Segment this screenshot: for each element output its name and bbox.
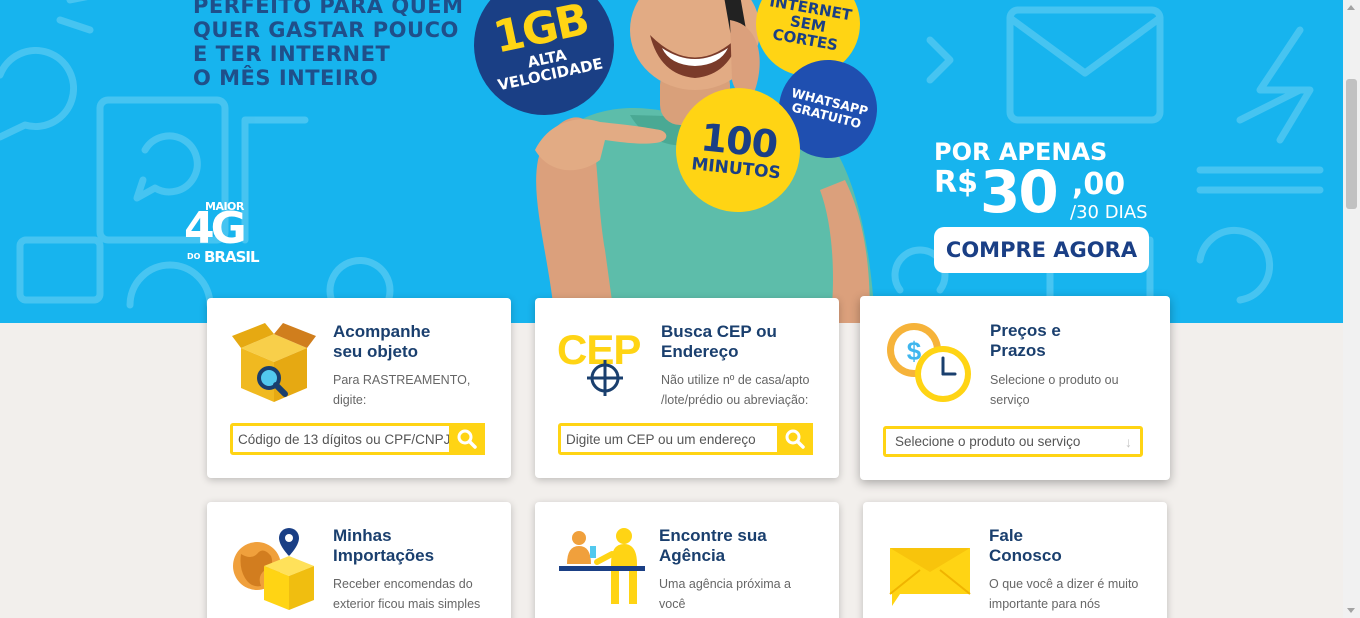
tracking-code-input[interactable] <box>233 426 449 452</box>
card-desc-line: exterior ficou mais simples <box>333 597 481 611</box>
card-title: Acompanhe seu objeto <box>333 322 503 362</box>
tracking-search-button[interactable] <box>449 423 485 455</box>
price-value: 30 <box>980 158 1059 226</box>
card-description: Selecione o produto ou serviço <box>990 370 1155 410</box>
card-title: Busca CEP ou Endereço <box>661 322 831 362</box>
card-track-object: Acompanhe seu objeto Para RASTREAMENTO, … <box>207 298 511 478</box>
card-desc-line: /lote/prédio ou abreviação: <box>661 393 809 407</box>
card-desc-line: Para RASTREAMENTO, <box>333 373 471 387</box>
card-imports[interactable]: Minhas Importações Receber encomendas do… <box>207 502 511 618</box>
card-desc-line: Uma agência próxima a <box>659 577 792 591</box>
scroll-down-arrow-icon[interactable] <box>1347 608 1355 613</box>
arrow-down-icon: ↓ <box>1125 433 1132 450</box>
speech-bubble-icon <box>889 548 971 606</box>
card-title-line: Encontre sua <box>659 526 767 545</box>
card-desc-line: importante para nós <box>989 597 1101 611</box>
cep-target-icon: CEP <box>557 320 647 410</box>
card-desc-line: Selecione o produto ou <box>990 373 1119 387</box>
card-desc-line: Receber encomendas do <box>333 577 473 591</box>
card-desc-line: O que você a dizer é muito <box>989 577 1139 591</box>
badge-text: CORTES <box>771 25 840 55</box>
card-title-line: Minhas <box>333 526 392 545</box>
card-title-line: Importações <box>333 546 435 565</box>
money-clock-icon: $ <box>887 323 971 402</box>
card-title: Fale Conosco <box>989 526 1159 566</box>
card-description: O que você a dizer é muito importante pa… <box>989 574 1154 614</box>
search-icon <box>457 429 477 449</box>
agency-counter-icon <box>559 528 645 604</box>
cep-input[interactable] <box>561 426 777 452</box>
headline-line: QUER GASTAR POUCO <box>193 18 459 42</box>
globe-package-icon <box>233 528 314 610</box>
card-title-line: Conosco <box>989 546 1062 565</box>
product-service-select[interactable]: Selecione o produto ou serviço ↓ <box>883 426 1143 457</box>
select-value: Selecione o produto ou serviço <box>895 434 1081 449</box>
card-title: Encontre sua Agência <box>659 526 829 566</box>
scroll-up-arrow-icon[interactable] <box>1347 5 1355 10</box>
cep-search-box <box>558 423 813 455</box>
promo-banner[interactable]: PERFEITO PARA QUEM QUER GASTAR POUCO E T… <box>0 0 1343 323</box>
package-search-icon <box>232 323 316 402</box>
card-description: Uma agência próxima a você <box>659 574 824 614</box>
card-title: Minhas Importações <box>333 526 503 566</box>
crosshair-icon <box>587 360 623 396</box>
search-icon <box>785 429 805 449</box>
tracking-search-box <box>230 423 485 455</box>
card-title-line: seu objeto <box>333 342 419 361</box>
logo-4g: 4G <box>184 203 247 254</box>
card-cep-search: CEP Busca CEP ou Endereço Não utilize nº… <box>535 298 839 478</box>
card-description: Para RASTREAMENTO, digite: <box>333 370 498 410</box>
card-description: Receber encomendas do exterior ficou mai… <box>333 574 498 614</box>
card-title-line: Busca CEP ou <box>661 322 777 341</box>
price-currency: R$ <box>934 165 978 200</box>
card-title-line: Fale <box>989 526 1024 545</box>
headline-line: PERFEITO PARA QUEM <box>193 0 464 18</box>
compre-agora-button[interactable]: COMPRE AGORA <box>934 227 1149 273</box>
card-desc-line: serviço <box>990 393 1030 407</box>
card-description: Não utilize nº de casa/apto /lote/prédio… <box>661 370 826 410</box>
price-period: /30 DIAS <box>1070 202 1148 223</box>
price-cents: ,00 <box>1072 167 1126 202</box>
headline-line: E TER INTERNET <box>193 42 391 66</box>
card-prices-deadlines: $ Preços e Prazos Selecione o produto ou… <box>860 296 1170 480</box>
card-desc-line: você <box>659 597 686 611</box>
card-title: Preços e Prazos <box>990 321 1160 361</box>
page: PERFEITO PARA QUEM QUER GASTAR POUCO E T… <box>0 0 1360 618</box>
card-desc-line: digite: <box>333 393 367 407</box>
card-desc-line: Não utilize nº de casa/apto <box>661 373 810 387</box>
logo-do: DO <box>187 252 201 261</box>
headline-line: O MÊS INTEIRO <box>193 66 379 90</box>
page-scrollbar[interactable] <box>1343 0 1360 618</box>
logo-brasil: BRASIL <box>204 248 260 266</box>
card-title-line: Prazos <box>990 341 1046 360</box>
card-title-line: Agência <box>659 546 726 565</box>
card-title-line: Acompanhe <box>333 322 431 341</box>
banner-headline: PERFEITO PARA QUEM QUER GASTAR POUCO E T… <box>193 0 464 90</box>
price-block: POR APENAS R$ 30 ,00 /30 DIAS <box>934 138 1148 226</box>
card-title-line: Endereço <box>661 342 739 361</box>
card-title-line: Preços e <box>990 321 1061 340</box>
card-contact-us[interactable]: Fale Conosco O que você a dizer é muito … <box>863 502 1167 618</box>
cep-search-button[interactable] <box>777 423 813 455</box>
card-find-agency[interactable]: Encontre sua Agência Uma agência próxima… <box>535 502 839 618</box>
scroll-thumb[interactable] <box>1346 79 1357 209</box>
